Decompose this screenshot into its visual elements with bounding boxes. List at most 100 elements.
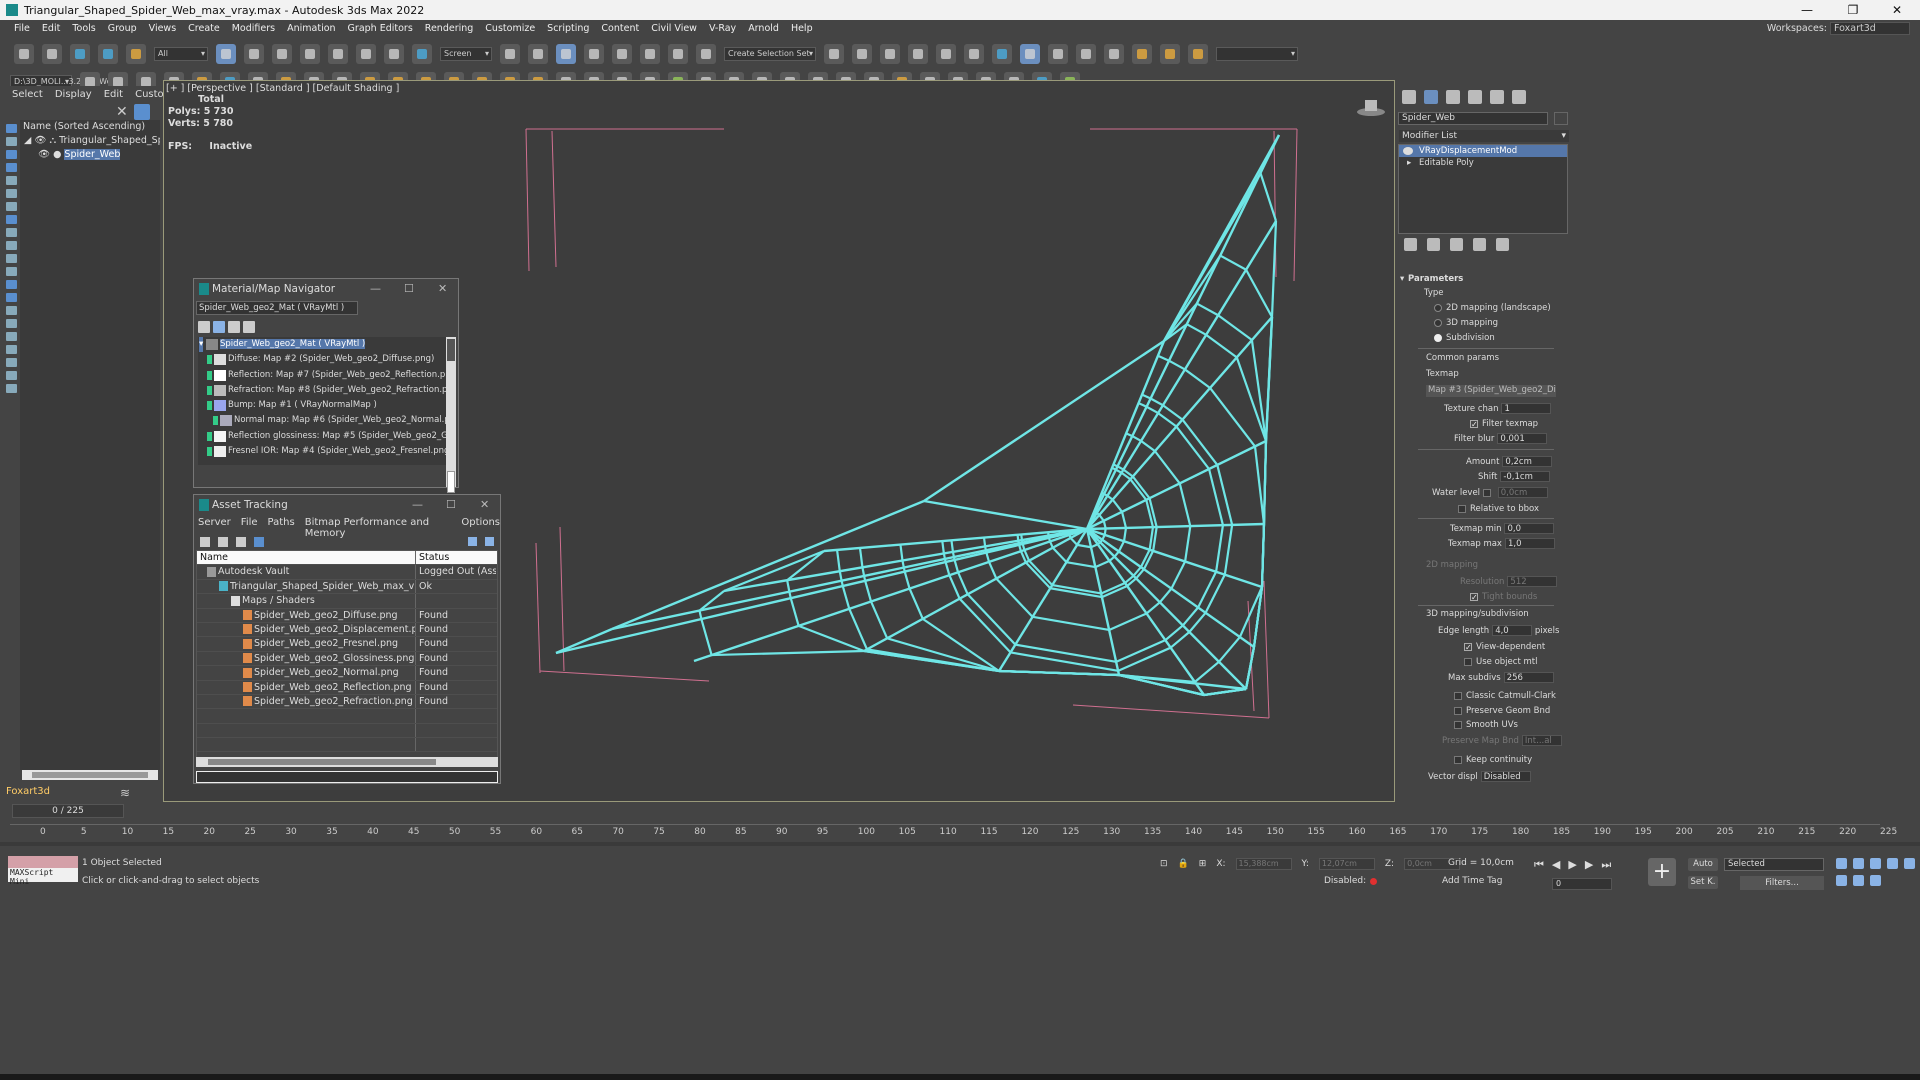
column-name[interactable]: Name (197, 551, 416, 565)
smooth-uvs-checkbox[interactable]: Smooth UVs (1454, 720, 1518, 730)
menu-modifiers[interactable]: Modifiers (232, 23, 275, 34)
keyboard-shortcut-override-icon[interactable] (556, 44, 576, 64)
filter-funnel-icon[interactable] (6, 371, 17, 380)
menu-edit[interactable]: Edit (42, 23, 60, 34)
window-crossing-icon[interactable] (300, 44, 320, 64)
percent-snap-icon[interactable] (640, 44, 660, 64)
align-icon[interactable] (852, 44, 872, 64)
layer-icon[interactable] (6, 345, 17, 354)
object-color-swatch[interactable] (1554, 112, 1568, 125)
configure-modifier-sets-icon[interactable] (1496, 238, 1509, 251)
menu-options[interactable]: Options (461, 517, 500, 539)
amount-spinner[interactable]: 0,2cm (1502, 456, 1553, 467)
preserve-map-dropdown[interactable]: Int...al (1521, 735, 1562, 746)
scale-icon[interactable] (384, 44, 404, 64)
checkbox-icon[interactable] (1458, 504, 1466, 513)
keep-continuity-checkbox[interactable]: Keep continuity (1454, 755, 1532, 765)
explorer-column-header[interactable]: Name (Sorted Ascending) (20, 120, 160, 134)
isolate-icon[interactable]: ⊡ (1160, 859, 1168, 869)
rotate-icon[interactable] (356, 44, 376, 64)
texmap-min-spinner[interactable]: 0,0 (1504, 523, 1555, 534)
new-layer-icon[interactable] (6, 384, 17, 393)
tab-display[interactable]: Display (55, 89, 92, 100)
menu-create[interactable]: Create (188, 23, 220, 34)
spinner-snap-icon[interactable] (668, 44, 688, 64)
table-row[interactable]: Spider_Web_geo2_Fresnel.png Found (197, 637, 497, 652)
motion-tab-icon[interactable] (1468, 90, 1482, 104)
mirror-icon[interactable] (824, 44, 844, 64)
display-shapes-icon[interactable] (6, 150, 17, 159)
map-item-fresnel[interactable]: Fresnel IOR: Map #4 (Spider_Web_geo2_Fre… (198, 444, 446, 459)
menu-paths[interactable]: Paths (268, 517, 295, 539)
create-tab-icon[interactable] (1402, 90, 1416, 104)
maxscript-listener[interactable]: MAXScript Mini (8, 856, 78, 886)
classic-catmull-clark-checkbox[interactable]: Classic Catmull-Clark (1454, 691, 1556, 701)
workspace-dropdown[interactable]: Foxart3d (1830, 22, 1910, 35)
radio-2d-mapping[interactable]: 2D mapping (landscape) (1434, 303, 1551, 313)
select-by-name-icon[interactable] (244, 44, 264, 64)
utilities-tab-icon[interactable] (1512, 90, 1526, 104)
close-button[interactable]: ✕ (480, 495, 489, 515)
lock-icon[interactable]: 🔒 (1178, 859, 1189, 869)
eye-icon[interactable] (1403, 147, 1413, 155)
column-status[interactable]: Status (416, 551, 496, 564)
zoom-all-icon[interactable] (1853, 858, 1864, 869)
checkbox-icon[interactable] (1454, 720, 1462, 729)
selection-filter-dropdown[interactable]: All (154, 47, 208, 61)
eye-icon[interactable]: 👁 (34, 135, 46, 146)
menu-server[interactable]: Server (198, 517, 231, 539)
menu-vray[interactable]: V-Ray (709, 23, 736, 34)
pin-stack-icon[interactable] (1404, 238, 1417, 251)
checkbox-icon[interactable] (1470, 419, 1478, 428)
track-bar[interactable] (0, 842, 1920, 846)
add-time-tag[interactable]: Add Time Tag (1442, 876, 1502, 886)
menu-graph-editors[interactable]: Graph Editors (348, 23, 413, 34)
scroll-down-button[interactable] (447, 471, 455, 493)
display-containers-icon[interactable] (6, 254, 17, 263)
filter-texmap-checkbox[interactable]: Filter texmap (1470, 419, 1538, 429)
vray-frame-buffer-icon[interactable] (1188, 44, 1208, 64)
resolution-spinner[interactable]: 512 (1507, 576, 1558, 587)
minimize-button[interactable]: — (1784, 0, 1830, 20)
texmap-button[interactable]: Map #3 (Spider_Web_geo2_Displace (1426, 385, 1556, 397)
minimize-button[interactable]: — (370, 279, 381, 299)
tab-edit[interactable]: Edit (104, 89, 123, 100)
table-row[interactable]: Spider_Web_geo2_Displacement.png Found (197, 622, 497, 638)
named-selection-dropdown[interactable]: Create Selection Set (724, 47, 816, 61)
material-root-item[interactable]: ▾ Spider_Web_geo2_Mat ( VRayMtl ) (198, 337, 446, 352)
table-row[interactable]: Spider_Web_geo2_Reflection.png Found (197, 680, 497, 695)
current-frame-field[interactable]: 0 (1552, 878, 1612, 890)
rendered-frame-window-icon[interactable] (1076, 44, 1096, 64)
map-item-normal[interactable]: Normal map: Map #6 (Spider_Web_geo2_Norm… (198, 413, 446, 428)
make-unique-icon[interactable] (1450, 238, 1463, 251)
menu-customize[interactable]: Customize (485, 23, 535, 34)
material-name-field[interactable]: Spider_Web_geo2_Mat ( VRayMtl ) (196, 301, 358, 315)
asset-horizontal-scrollbar[interactable] (196, 757, 498, 767)
set-key-icon[interactable]: + (1648, 858, 1676, 886)
viewcube-icon[interactable] (1356, 97, 1386, 117)
view-small-icons-icon[interactable] (228, 321, 240, 333)
goto-end-icon[interactable]: ⏭ (1601, 858, 1611, 872)
key-filter-dropdown[interactable]: Selected (1724, 858, 1824, 871)
layer-explorer-icon[interactable] (908, 44, 928, 64)
play-icon[interactable]: ▶ (1568, 858, 1576, 872)
expand-arrow-icon[interactable]: ◢ (24, 135, 31, 146)
tree-item-root[interactable]: ◢ 👁 ⛬ Triangular_Shaped_Spider_We (20, 134, 160, 148)
move-icon[interactable] (328, 44, 348, 64)
parameters-rollout-header[interactable]: Parameters (1398, 272, 1558, 286)
orbit-icon[interactable] (1853, 875, 1864, 886)
edge-length-spinner[interactable]: 4,0 (1492, 625, 1533, 636)
dialog-titlebar[interactable]: Material/Map Navigator — ☐ ✕ (194, 279, 458, 299)
pivot-center-icon[interactable] (500, 44, 520, 64)
toggle-ribbon-icon[interactable] (936, 44, 956, 64)
radio-3d-mapping[interactable]: 3D mapping (1434, 318, 1498, 328)
display-helpers-icon[interactable] (6, 189, 17, 198)
view-list-icon[interactable] (198, 321, 210, 333)
map-item-bump[interactable]: Bump: Map #1 ( VRayNormalMap ) (198, 398, 446, 413)
zoom-extents-all-icon[interactable] (1887, 858, 1898, 869)
checkbox-icon[interactable] (1454, 706, 1462, 715)
checkout-icon[interactable] (218, 537, 228, 547)
next-frame-icon[interactable]: ▶ (1585, 858, 1593, 872)
table-row[interactable]: Spider_Web_geo2_Diffuse.png Found (197, 608, 497, 623)
tight-bounds-checkbox[interactable]: Tight bounds (1470, 592, 1537, 602)
